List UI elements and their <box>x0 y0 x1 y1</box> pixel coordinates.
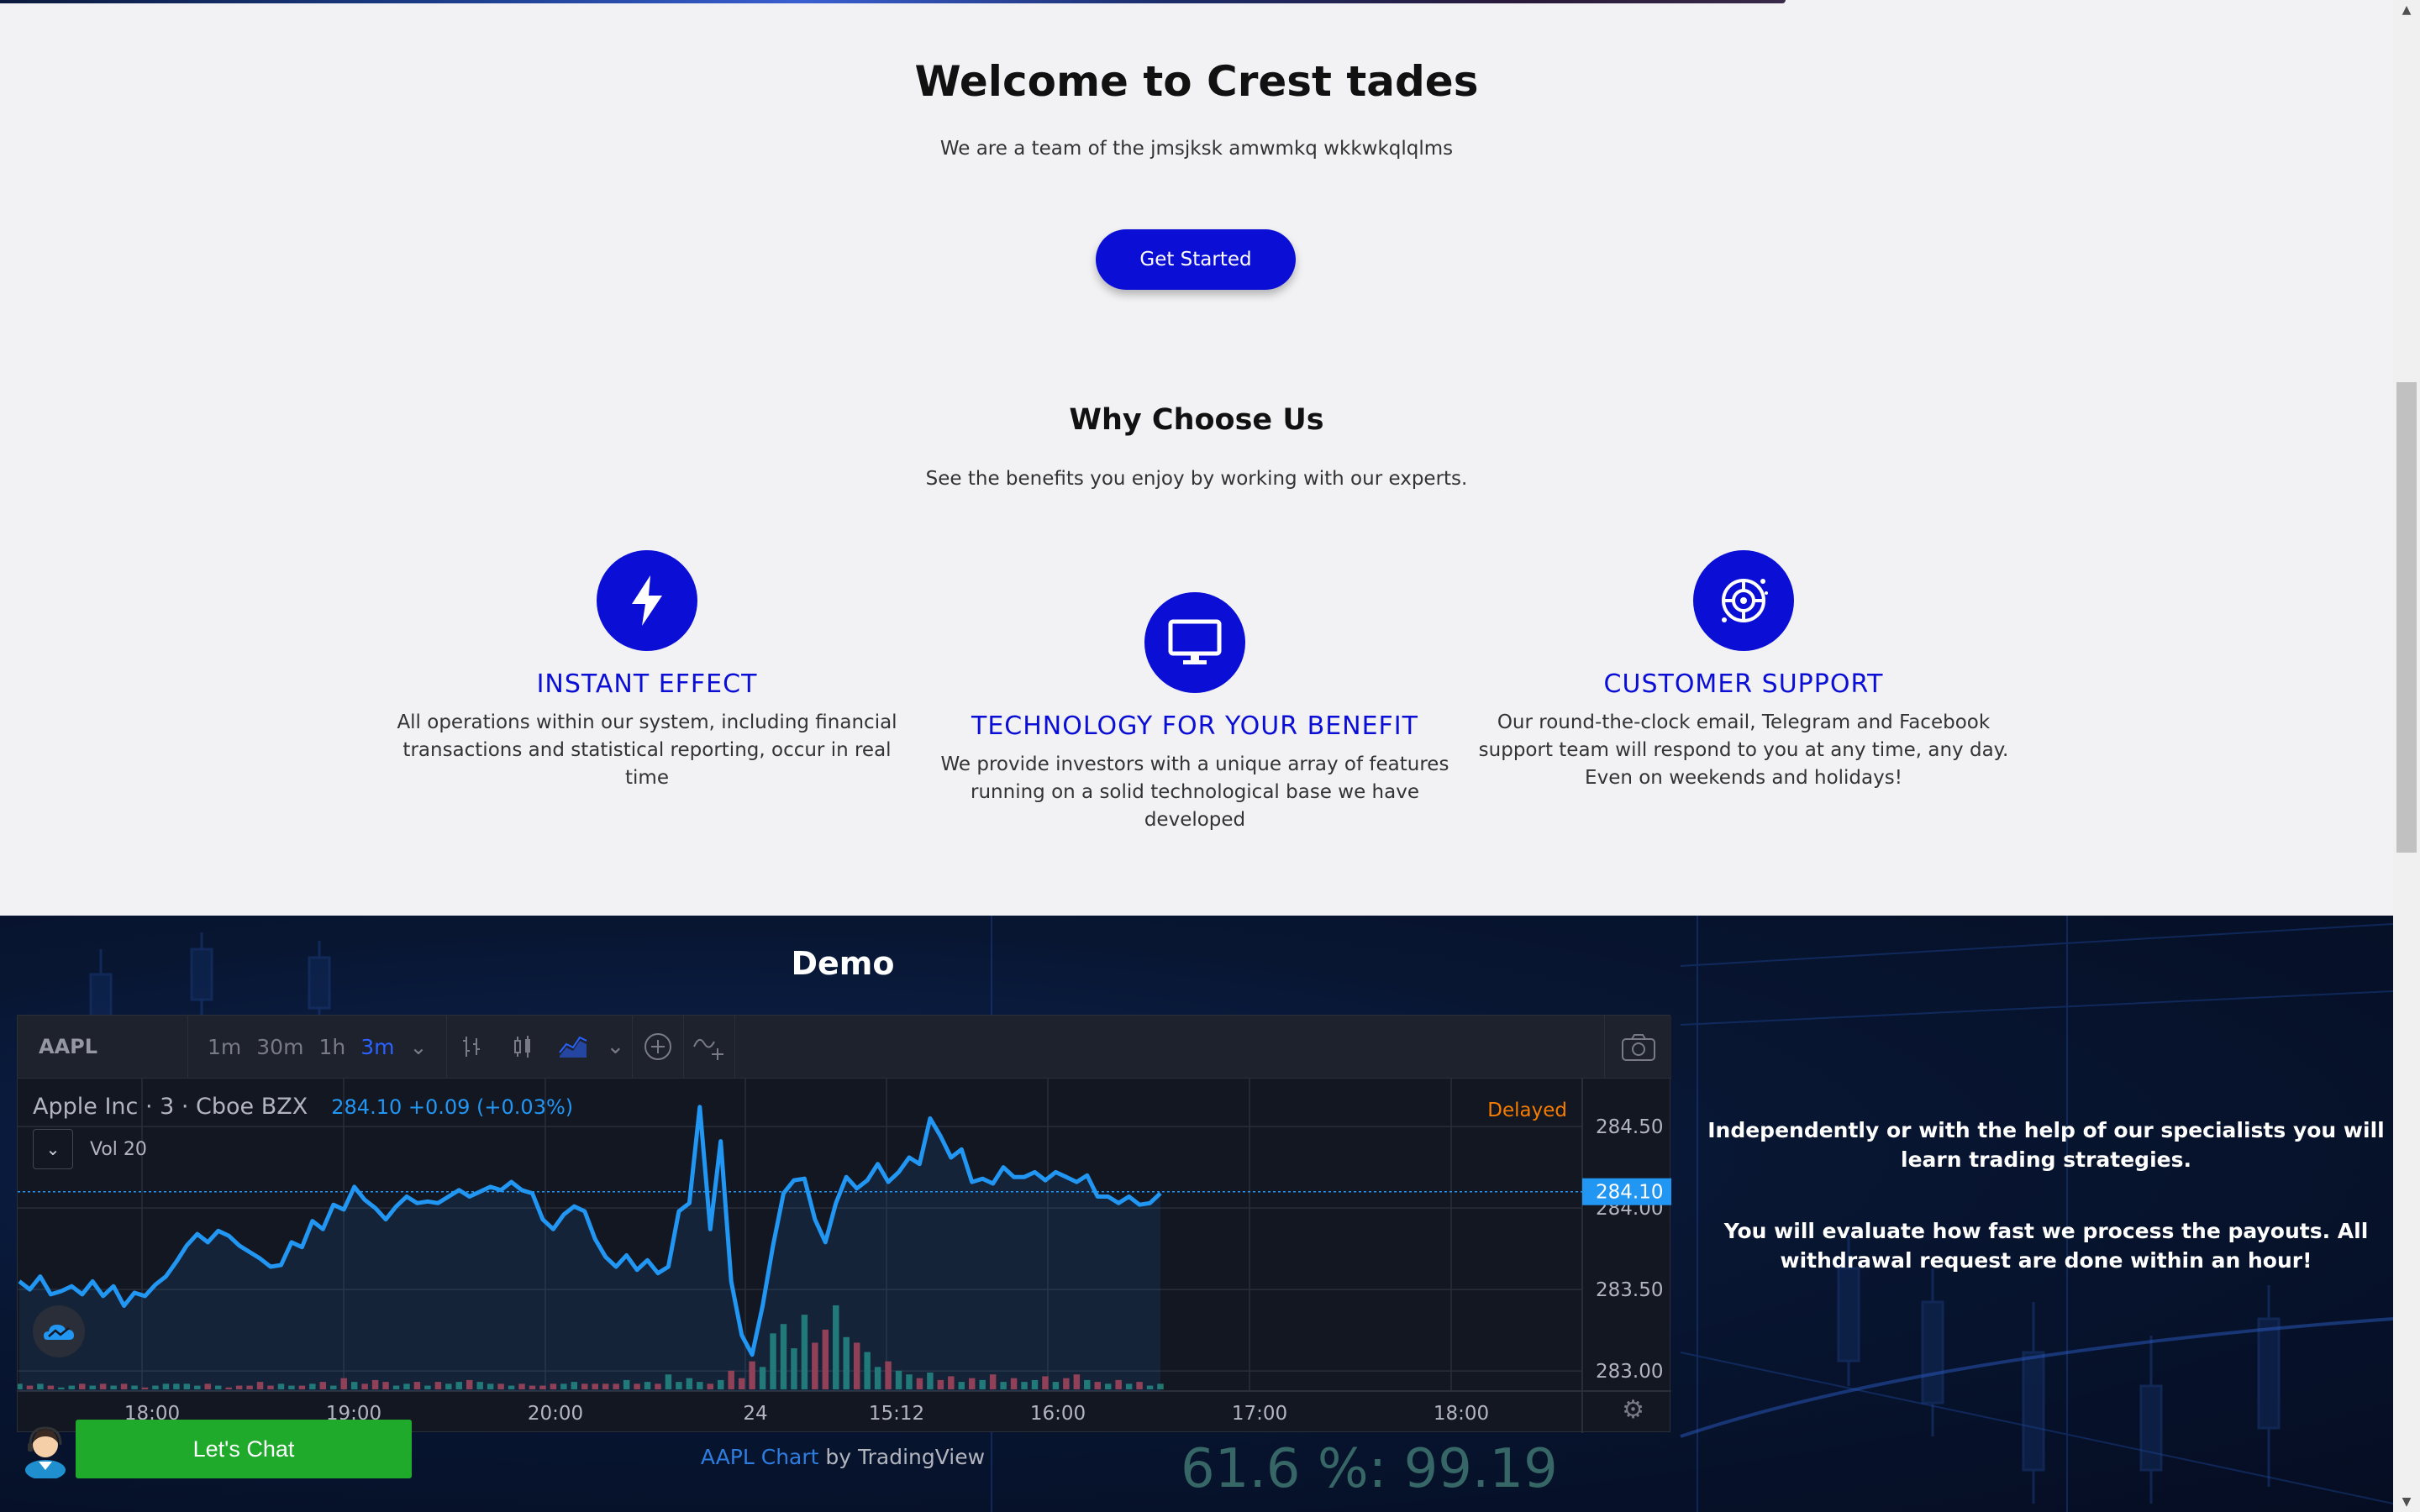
price-area-fill <box>19 1106 1160 1391</box>
caption-suffix: by TradingView <box>818 1445 986 1469</box>
demo-paragraph-2: You will evaluate how fast we process th… <box>1723 1219 2369 1273</box>
interval-3m[interactable]: 3m <box>360 1035 394 1059</box>
tradingview-logo-icon[interactable] <box>33 1305 85 1357</box>
chart-legend: Apple Inc · 3 · Cboe BZX 284.10 +0.09 (+… <box>33 1094 573 1120</box>
feature-customer-support: CUSTOMER SUPPORT Our round-the-clock ema… <box>1475 550 2012 792</box>
camera-icon[interactable] <box>1604 1016 1671 1079</box>
hero-subtitle: We are a team of the jmsjksk amwmkq wkkw… <box>939 138 1454 160</box>
x-tick-label: 15:12 <box>869 1403 924 1425</box>
feature-instant-effect: INSTANT EFFECT All operations within our… <box>378 550 916 792</box>
legend-symbol-name: Apple Inc · 3 · Cboe BZX <box>33 1094 308 1120</box>
widget-toolbar: AAPL 1m 30m 1h 3m ⌄ ⌄ <box>18 1015 1671 1079</box>
support-icon <box>1693 550 1794 651</box>
x-tick-label: 24 <box>743 1403 767 1425</box>
y-tick-label: 284.50 <box>1596 1116 1663 1138</box>
interval-1m[interactable]: 1m <box>208 1035 241 1059</box>
x-tick-label: 16:00 <box>1030 1403 1086 1425</box>
volume-label: Vol 20 <box>90 1138 147 1160</box>
price-chart[interactable]: 18:00 19:00 20:00 24 15:12 16:00 17:00 18:00284… <box>18 1079 1671 1433</box>
why-choose-us-subtitle: See the benefits you enjoy by working wi… <box>925 468 1468 490</box>
candles-chart-type-icon[interactable] <box>497 1016 548 1079</box>
get-started-button[interactable]: Get Started <box>1096 229 1296 290</box>
feature-description: All operations within our system, includ… <box>397 711 897 789</box>
volume-legend: ⌄ Vol 20 <box>33 1129 147 1169</box>
delayed-badge: Delayed <box>1487 1100 1567 1121</box>
demo-paragraph-1: Independently or with the help of our sp… <box>1707 1118 2385 1172</box>
lightning-icon <box>597 550 697 651</box>
indicators-icon[interactable] <box>684 1016 734 1079</box>
scroll-up-icon[interactable]: ▲ <box>2400 3 2413 17</box>
demo-title: Demo <box>791 945 895 982</box>
feature-description: We provide investors with a unique array… <box>940 753 1449 831</box>
y-tick-label: 283.50 <box>1596 1279 1663 1301</box>
x-tick-label: 20:00 <box>528 1403 583 1425</box>
x-tick-label: 18:00 <box>1434 1403 1489 1425</box>
demo-description: Independently or with the help of our sp… <box>1685 1116 2407 1317</box>
hero-title: Welcome to Crest tades <box>914 57 1479 106</box>
chart-type-dropdown-icon[interactable]: ⌄ <box>598 1016 632 1079</box>
interval-dropdown-icon[interactable]: ⌄ <box>409 1035 427 1059</box>
monitor-icon <box>1144 592 1245 693</box>
feature-title: INSTANT EFFECT <box>536 669 758 699</box>
toolbar-divider <box>734 1015 736 1079</box>
tradingview-widget[interactable]: AAPL 1m 30m 1h 3m ⌄ ⌄ 18:00 19:00 20:00 … <box>17 1015 1671 1433</box>
header-image-strip <box>0 0 1786 3</box>
feature-technology: TECHNOLOGY FOR YOUR BENEFIT We provide i… <box>926 592 1464 834</box>
chat-agent-avatar-icon[interactable] <box>22 1418 69 1478</box>
aapl-chart-link[interactable]: AAPL Chart <box>701 1445 819 1469</box>
collapse-legend-icon[interactable]: ⌄ <box>33 1129 73 1169</box>
settings-gear-icon[interactable]: ⚙ <box>1622 1395 1644 1425</box>
bar-chart-type-icon[interactable] <box>447 1016 497 1079</box>
symbol-search[interactable]: AAPL <box>18 1015 188 1079</box>
feature-title: CUSTOMER SUPPORT <box>1603 669 1884 699</box>
interval-1h[interactable]: 1h <box>318 1035 345 1059</box>
legend-price: 284.10 +0.09 (+0.03%) <box>331 1095 574 1119</box>
interval-group: 1m 30m 1h 3m ⌄ <box>188 1015 448 1079</box>
scrollbar-thumb[interactable] <box>2396 382 2417 853</box>
y-tick-label: 283.00 <box>1596 1361 1663 1383</box>
lets-chat-button[interactable]: Let's Chat <box>76 1420 412 1478</box>
feature-title: TECHNOLOGY FOR YOUR BENEFIT <box>971 711 1418 741</box>
scroll-down-icon[interactable]: ▼ <box>2400 1495 2413 1509</box>
area-chart-type-icon[interactable] <box>548 1016 598 1079</box>
feature-description: Our round-the-clock email, Telegram and … <box>1478 711 2009 789</box>
why-choose-us-title: Why Choose Us <box>1069 403 1324 437</box>
interval-30m[interactable]: 30m <box>256 1035 303 1059</box>
x-tick-label: 17:00 <box>1232 1403 1287 1425</box>
last-price-label: 284.10 <box>1596 1182 1663 1204</box>
compare-add-icon[interactable] <box>633 1016 683 1079</box>
